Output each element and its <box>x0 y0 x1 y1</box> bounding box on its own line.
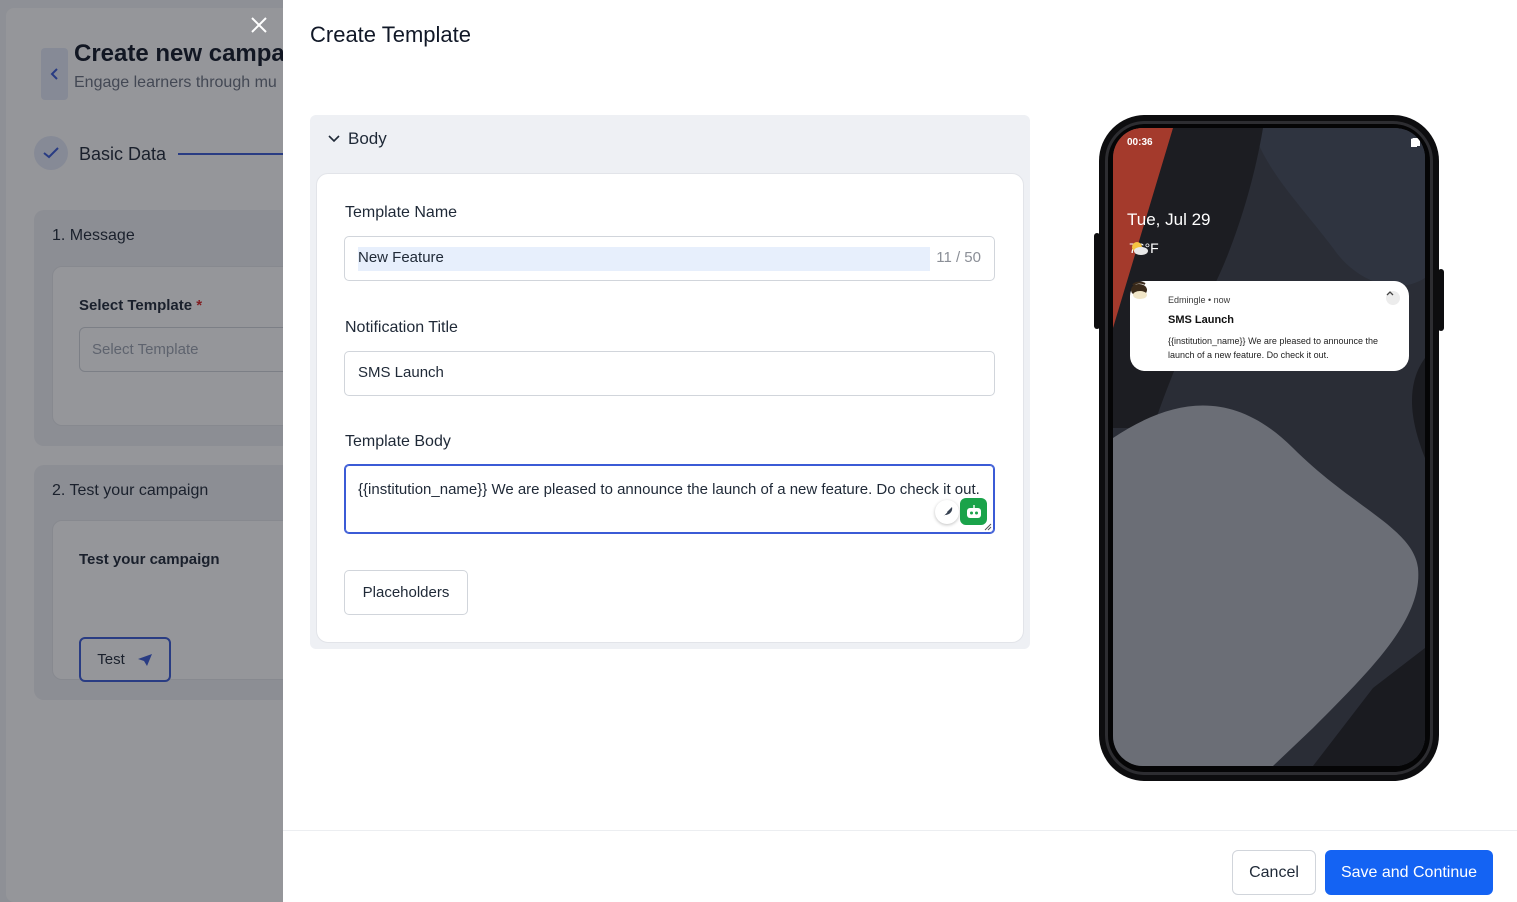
close-icon[interactable] <box>248 14 270 36</box>
body-panel-title: Body <box>348 129 387 148</box>
phone-power-button <box>1438 269 1444 331</box>
template-name-value: New Feature <box>358 249 444 266</box>
drawer-title: Create Template <box>310 22 472 47</box>
phone-preview: 00:36 Tue, Jul 29 76°F Edmingle • now SM… <box>1094 115 1444 781</box>
notification-title-label: Notification Title <box>345 319 458 336</box>
template-form: Template Name New Feature 11 / 50 Notifi… <box>316 173 1024 643</box>
cancel-button[interactable]: Cancel <box>1232 850 1316 895</box>
template-name-label: Template Name <box>345 204 458 221</box>
save-and-continue-button[interactable]: Save and Continue <box>1325 850 1493 895</box>
resize-handle-icon[interactable] <box>984 523 992 531</box>
lockscreen-weather: 76°F <box>1129 240 1159 256</box>
template-body-label: Template Body <box>345 433 451 450</box>
body-panel-toggle[interactable]: Body <box>328 129 387 149</box>
notification-body: {{institution_name}} We are pleased to a… <box>1168 336 1378 360</box>
template-body-value: {{institution_name}} We are pleased to a… <box>358 481 980 498</box>
chevron-up-icon[interactable] <box>1386 291 1400 305</box>
battery-icon <box>1411 138 1417 147</box>
character-counter: 11 / 50 <box>936 249 981 266</box>
app-avatar-icon <box>1131 281 1147 299</box>
template-body-textarea[interactable]: {{institution_name}} We are pleased to a… <box>344 464 995 534</box>
phone-side-button <box>1094 233 1100 329</box>
bot-icon[interactable] <box>960 498 987 525</box>
notification-title: SMS Launch <box>1168 314 1235 326</box>
lockscreen-date: Tue, Jul 29 <box>1127 210 1211 229</box>
body-panel: Body Template Name New Feature 11 / 50 N… <box>310 115 1030 649</box>
placeholders-button[interactable]: Placeholders <box>344 570 468 615</box>
create-template-drawer: Create Template Body Template Name New F… <box>283 0 1517 902</box>
notification-app-name: Edmingle • now <box>1168 295 1231 305</box>
drawer-footer: Cancel Save and Continue <box>283 830 1517 902</box>
weather-icon <box>1132 242 1148 255</box>
template-name-input[interactable]: New Feature 11 / 50 <box>344 236 995 281</box>
feather-icon[interactable] <box>935 500 959 524</box>
phone-screen: 00:36 Tue, Jul 29 76°F Edmingle • now SM… <box>1113 128 1425 766</box>
status-time: 00:36 <box>1127 137 1153 148</box>
notification-title-input[interactable]: SMS Launch <box>344 351 995 396</box>
notification-title-value: SMS Launch <box>358 364 444 381</box>
push-notification[interactable]: Edmingle • now SMS Launch {{institution_… <box>1130 281 1409 371</box>
chevron-down-icon <box>328 135 340 143</box>
